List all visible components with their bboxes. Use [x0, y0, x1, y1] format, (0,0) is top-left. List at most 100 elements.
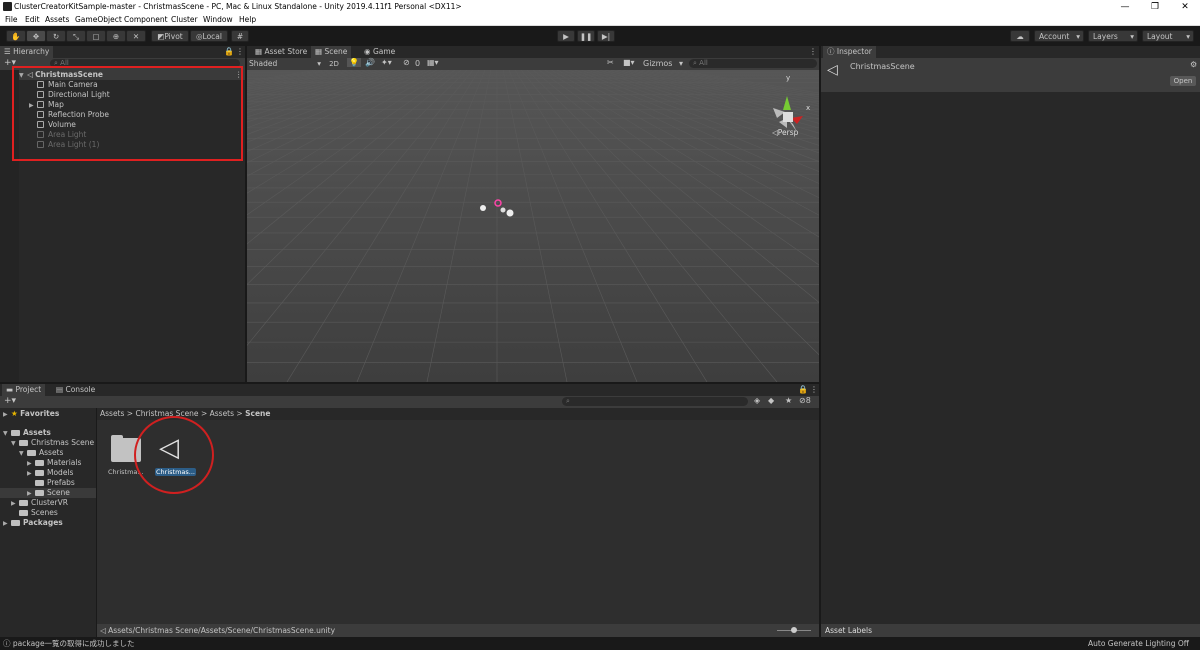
- tab-inspector[interactable]: ⓘ Inspector: [823, 46, 876, 58]
- close-button[interactable]: ✕: [1170, 0, 1200, 14]
- 2d-toggle[interactable]: 2D: [327, 59, 341, 69]
- more-icon[interactable]: ⋮: [809, 47, 817, 56]
- layout-dropdown[interactable]: Layout ▾: [1142, 30, 1194, 42]
- info-icon: ⓘ: [3, 639, 11, 648]
- pause-button[interactable]: ❚❚: [577, 30, 595, 42]
- tree-item-scene[interactable]: ▶ Scene: [0, 488, 96, 498]
- expand-arrow-icon[interactable]: ▶: [3, 519, 11, 529]
- play-icon: ▶: [563, 32, 569, 41]
- step-button[interactable]: ▶|: [597, 30, 615, 42]
- expand-arrow-icon[interactable]: ▼: [11, 439, 19, 449]
- tab-game[interactable]: ◉ Game: [360, 46, 399, 58]
- tree-item-assets[interactable]: ▼ Assets: [3, 428, 51, 438]
- tree-item-label: Assets: [23, 428, 51, 437]
- breadcrumb-item[interactable]: Scene: [245, 409, 270, 418]
- volume-gizmo-icon[interactable]: [500, 207, 506, 213]
- highlight-annotation-circle: [134, 416, 214, 494]
- hidden-packages-icon[interactable]: ⊘8: [799, 396, 811, 405]
- filter-type-icon[interactable]: ◈: [754, 396, 760, 405]
- audio-toggle-icon[interactable]: 🔊: [365, 58, 375, 67]
- tab-project[interactable]: ▬ Project: [2, 384, 46, 396]
- project-search-input[interactable]: ⌕: [562, 397, 748, 406]
- pivot-button[interactable]: ◩Pivot: [151, 30, 189, 42]
- play-button[interactable]: ▶: [557, 30, 575, 42]
- expand-arrow-icon[interactable]: ▶: [3, 410, 11, 420]
- menu-gameobject[interactable]: GameObject: [75, 15, 122, 24]
- scale-tool-button[interactable]: ⤡: [66, 30, 86, 42]
- menu-help[interactable]: Help: [239, 15, 256, 24]
- filter-label-icon[interactable]: ◆: [768, 396, 774, 405]
- tree-item-sub-assets[interactable]: ▼ Assets: [19, 448, 63, 458]
- account-label: Account: [1039, 32, 1070, 41]
- visibility-toggle-icon[interactable]: ⊘: [403, 58, 410, 67]
- layers-dropdown[interactable]: Layers ▾: [1088, 30, 1138, 42]
- tree-item-prefabs[interactable]: Prefabs: [35, 478, 75, 488]
- move-tool-button[interactable]: ✥: [26, 30, 46, 42]
- gizmos-dropdown[interactable]: Gizmos ▾: [643, 59, 683, 69]
- star-icon: ★: [11, 409, 21, 418]
- more-icon[interactable]: ⋮: [236, 47, 244, 56]
- chevron-down-icon: ▾: [1186, 32, 1190, 41]
- menu-component[interactable]: Component: [124, 15, 168, 24]
- settings-icon[interactable]: ⚙: [1190, 60, 1197, 69]
- scene-viewport[interactable]: [247, 70, 819, 382]
- tree-item-models[interactable]: ▶ Models: [27, 468, 73, 478]
- light-gizmo-icon[interactable]: [480, 205, 486, 211]
- open-button[interactable]: Open: [1170, 76, 1196, 86]
- scene-search-input[interactable]: ⌕ All: [689, 59, 817, 68]
- expand-arrow-icon[interactable]: ▶: [11, 499, 19, 509]
- menu-window[interactable]: Window: [203, 15, 233, 24]
- tree-item-scenes[interactable]: Scenes: [19, 508, 58, 518]
- breadcrumb-item[interactable]: Assets: [100, 409, 124, 418]
- shading-label: Shaded: [249, 59, 278, 68]
- rotate-tool-button[interactable]: ↻: [46, 30, 66, 42]
- tab-scene[interactable]: ▦ Scene: [311, 46, 352, 58]
- menu-cluster[interactable]: Cluster: [171, 15, 198, 24]
- account-dropdown[interactable]: Account ▾: [1034, 30, 1084, 42]
- tree-item-materials[interactable]: ▶ Materials: [27, 458, 81, 468]
- more-icon[interactable]: ⋮: [810, 385, 818, 394]
- lighting-toggle-icon[interactable]: 💡: [347, 58, 361, 67]
- menu-file[interactable]: File: [5, 15, 18, 24]
- tab-hierarchy[interactable]: ☰ Hierarchy: [0, 46, 54, 58]
- expand-arrow-icon[interactable]: ▼: [19, 449, 27, 459]
- hand-tool-button[interactable]: ✋: [6, 30, 26, 42]
- tools-icon[interactable]: ✂: [607, 58, 614, 67]
- shading-dropdown[interactable]: Shaded ▾: [249, 59, 321, 69]
- favorite-icon[interactable]: ★: [785, 396, 792, 405]
- camera-gizmo-icon[interactable]: [506, 209, 514, 217]
- tree-item-label: Assets: [39, 448, 64, 457]
- minimize-button[interactable]: —: [1110, 0, 1140, 14]
- transform-tool-button[interactable]: ⊕: [106, 30, 126, 42]
- expand-arrow-icon[interactable]: ▼: [3, 429, 11, 439]
- cloud-button[interactable]: ☁: [1010, 30, 1030, 42]
- persp-label[interactable]: ◁Persp: [772, 128, 798, 137]
- lighting-status[interactable]: Auto Generate Lighting Off: [1088, 637, 1189, 650]
- tab-asset-store[interactable]: ▦ Asset Store: [251, 46, 311, 58]
- add-button[interactable]: +▾: [4, 396, 16, 406]
- asset-labels-bar[interactable]: Asset Labels: [821, 624, 1200, 637]
- breadcrumb-item[interactable]: Assets: [210, 409, 234, 418]
- maximize-button[interactable]: ❐: [1140, 0, 1170, 14]
- lock-icon[interactable]: 🔒: [798, 385, 808, 394]
- custom-tool-button[interactable]: ✕: [126, 30, 146, 42]
- tree-item-christmas-scene[interactable]: ▼ Christmas Scene: [11, 438, 94, 448]
- slider-handle[interactable]: [791, 627, 797, 633]
- expand-arrow-icon[interactable]: ▶: [27, 469, 35, 479]
- grid-snap-button[interactable]: #: [231, 30, 249, 42]
- folder-icon: [35, 460, 44, 466]
- menu-assets[interactable]: Assets: [45, 15, 69, 24]
- rect-tool-button[interactable]: ▢: [86, 30, 106, 42]
- tree-item-favorites[interactable]: ▶ ★ Favorites: [3, 409, 59, 419]
- menu-edit[interactable]: Edit: [25, 15, 40, 24]
- local-button[interactable]: ◎Local: [190, 30, 228, 42]
- tree-item-clustervr[interactable]: ▶ ClusterVR: [11, 498, 68, 508]
- effects-toggle-icon[interactable]: ✦▾: [381, 58, 392, 67]
- lock-icon[interactable]: 🔒: [224, 47, 234, 56]
- tree-item-packages[interactable]: ▶ Packages: [3, 518, 63, 528]
- asset-labels-text: Asset Labels: [825, 626, 873, 635]
- tab-console[interactable]: ▤ Console: [52, 384, 99, 396]
- grid-toggle-icon[interactable]: ▦▾: [427, 58, 439, 67]
- camera-icon[interactable]: ■▾: [623, 58, 635, 67]
- scene-header: ▦ Asset Store ▦ Scene ◉ Game ⋮: [247, 46, 819, 58]
